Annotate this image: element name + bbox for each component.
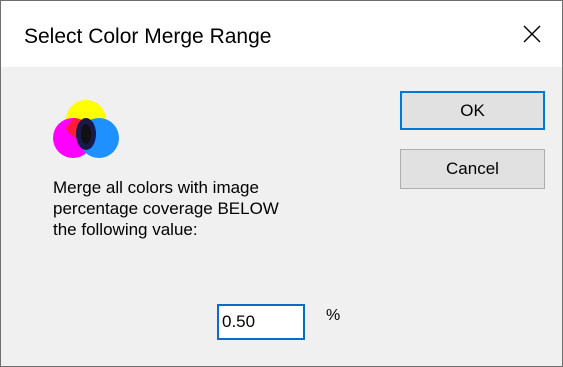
cancel-button[interactable]: Cancel xyxy=(400,149,545,189)
dialog-body: Merge all colors with image percentage c… xyxy=(1,67,562,366)
coverage-value-input[interactable] xyxy=(217,304,305,340)
dialog-title: Select Color Merge Range xyxy=(24,25,272,48)
merge-instructions: Merge all colors with image percentage c… xyxy=(53,177,353,240)
color-merge-icon xyxy=(53,100,119,158)
close-button[interactable] xyxy=(502,1,562,67)
color-merge-dialog: Select Color Merge Range Merge all color… xyxy=(0,0,563,367)
percent-unit-label: % xyxy=(326,307,341,324)
instruction-line-1: Merge all colors with image xyxy=(53,178,259,197)
instruction-line-3: the following value: xyxy=(53,220,198,239)
ok-button[interactable]: OK xyxy=(400,91,545,130)
close-icon xyxy=(523,25,541,43)
instruction-line-2: percentage coverage BELOW xyxy=(53,199,279,218)
title-bar[interactable]: Select Color Merge Range xyxy=(1,1,562,67)
